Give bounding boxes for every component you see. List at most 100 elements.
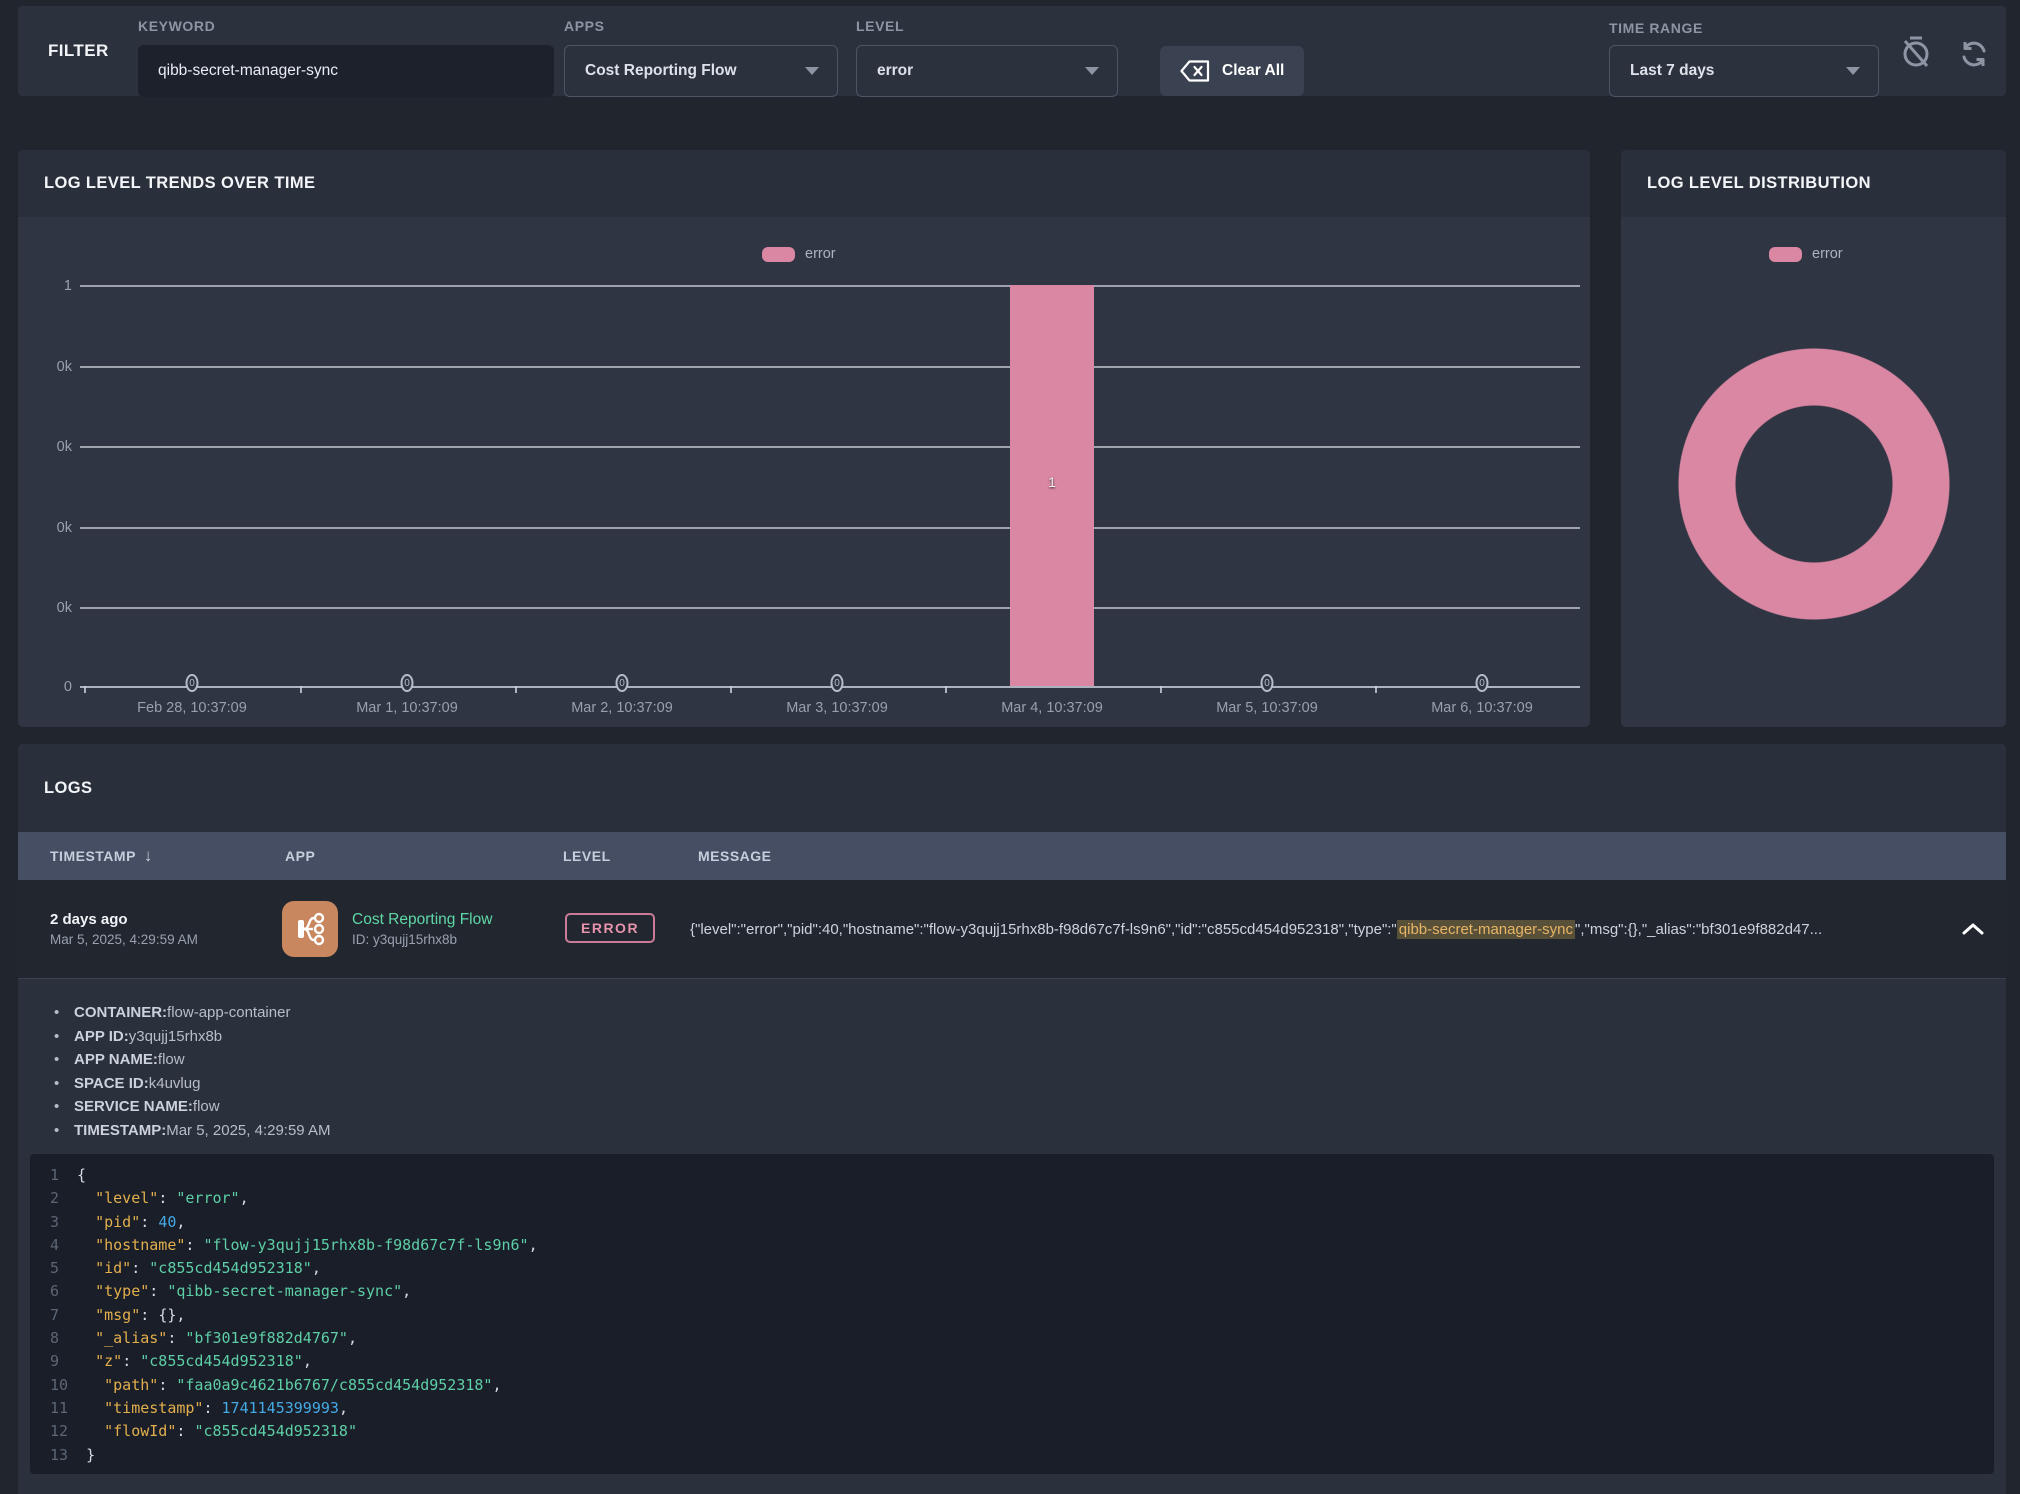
- apps-select[interactable]: Cost Reporting Flow: [564, 45, 838, 97]
- message-prefix: {"level":"error","pid":40,"hostname":"fl…: [690, 921, 1397, 938]
- log-meta-list: •CONTAINER:flow-app-container•APP ID:y3q…: [54, 1001, 331, 1142]
- code-token: ,: [492, 1376, 501, 1394]
- code-token: ,: [529, 1236, 538, 1254]
- bar-value-label: 1: [1010, 474, 1094, 490]
- code-token: {: [77, 1166, 86, 1184]
- meta-label: SERVICE NAME:: [74, 1095, 193, 1119]
- code-token: :: [176, 1422, 194, 1440]
- code-token: }: [86, 1446, 95, 1464]
- y-axis-tick-label: 1: [24, 278, 72, 294]
- legend-label: error: [1812, 246, 1843, 262]
- line-number: 8: [50, 1329, 59, 1347]
- log-table-row[interactable]: 2 days ago Mar 5, 2025, 4:29:59 AM Cost …: [18, 880, 2006, 979]
- timestamp-relative: 2 days ago: [50, 911, 198, 928]
- level-select-value: error: [877, 62, 913, 80]
- code-line: 12 "flowId": "c855cd454d952318": [30, 1420, 1994, 1443]
- keyword-label: KEYWORD: [138, 18, 215, 34]
- message-suffix: ","msg":{},"_alias":"bf301e9f882d47...: [1575, 921, 1822, 938]
- line-number: 9: [50, 1352, 59, 1370]
- logs-panel-header: LOGS: [18, 744, 2006, 832]
- code-line: 1{: [30, 1164, 1994, 1187]
- log-meta-item: •APP NAME:flow: [54, 1048, 331, 1072]
- distribution-title: LOG LEVEL DISTRIBUTION: [1647, 174, 1871, 193]
- axis-tick: [515, 686, 517, 693]
- donut-chart-error[interactable]: [1678, 348, 1950, 620]
- filter-bar: FILTER KEYWORD qibb-secret-manager-sync …: [18, 6, 2006, 96]
- clear-all-button[interactable]: Clear All: [1160, 46, 1304, 96]
- app-cell: Cost Reporting Flow ID: y3qujj15rhx8b: [352, 880, 492, 978]
- trends-chart-area: error10k0k0k0k00Feb 28, 10:37:090Mar 1, …: [18, 217, 1590, 727]
- apps-select-value: Cost Reporting Flow: [585, 62, 737, 80]
- zero-value-marker: 0: [186, 674, 199, 692]
- distribution-panel: LOG LEVEL DISTRIBUTION error: [1621, 150, 2006, 727]
- refresh-button[interactable]: [1956, 36, 1992, 72]
- code-token: "_alias": [95, 1329, 167, 1347]
- keyword-input[interactable]: qibb-secret-manager-sync: [138, 45, 554, 97]
- y-axis-tick-label: 0k: [24, 600, 72, 616]
- meta-value: y3qujj15rhx8b: [129, 1025, 222, 1049]
- zero-value-marker: 0: [831, 674, 844, 692]
- zero-value-marker: 0: [616, 674, 629, 692]
- code-token: ,: [240, 1189, 249, 1207]
- log-meta-item: •SERVICE NAME:flow: [54, 1095, 331, 1119]
- column-header-timestamp[interactable]: TIMESTAMP ↓: [50, 832, 153, 880]
- code-token: "c855cd454d952318": [149, 1259, 312, 1277]
- auto-refresh-off-button[interactable]: [1898, 34, 1934, 70]
- y-axis-tick-label: 0: [24, 679, 72, 695]
- axis-tick: [300, 686, 302, 693]
- code-token: [77, 1213, 95, 1231]
- code-token: [86, 1399, 104, 1417]
- log-json-code-block[interactable]: 1{2 "level": "error",3 "pid": 40,4 "host…: [30, 1154, 1994, 1474]
- code-line: 3 "pid": 40,: [30, 1211, 1994, 1234]
- line-number: 12: [50, 1422, 68, 1440]
- code-token: :: [122, 1352, 140, 1370]
- x-axis-tick-label: Mar 3, 10:37:09: [727, 700, 947, 716]
- message-keyword-highlight: qibb-secret-manager-sync: [1397, 920, 1575, 939]
- legend-swatch: [762, 247, 795, 262]
- trends-legend-error[interactable]: error: [762, 246, 836, 262]
- y-axis-tick-label: 0k: [24, 520, 72, 536]
- code-line: 4 "hostname": "flow-y3qujj15rhx8b-f98d67…: [30, 1234, 1994, 1257]
- y-axis-tick-label: 0k: [24, 439, 72, 455]
- legend-label: error: [805, 246, 836, 262]
- code-token: [86, 1376, 104, 1394]
- log-meta-item: •TIMESTAMP: Mar 5, 2025, 4:29:59 AM: [54, 1119, 331, 1143]
- grid-line: [80, 366, 1580, 368]
- code-line: 13}: [30, 1444, 1994, 1467]
- code-token: "error": [176, 1189, 239, 1207]
- timer-off-icon: [1900, 35, 1932, 69]
- trends-panel: LOG LEVEL TRENDS OVER TIME error10k0k0k0…: [18, 150, 1590, 727]
- code-token: {}: [158, 1306, 176, 1324]
- level-select[interactable]: error: [856, 45, 1118, 97]
- legend-swatch: [1769, 247, 1802, 262]
- code-line: 5 "id": "c855cd454d952318",: [30, 1257, 1994, 1280]
- x-axis-tick-label: Mar 6, 10:37:09: [1372, 700, 1590, 716]
- code-token: "level": [95, 1189, 158, 1207]
- logs-title: LOGS: [44, 779, 92, 798]
- line-number: 2: [50, 1189, 59, 1207]
- log-detail-section: •CONTAINER:flow-app-container•APP ID:y3q…: [18, 979, 2006, 1494]
- log-meta-item: •APP ID:y3qujj15rhx8b: [54, 1025, 331, 1049]
- line-number: 13: [50, 1446, 68, 1464]
- timestamp-absolute: Mar 5, 2025, 4:29:59 AM: [50, 932, 198, 947]
- code-token: :: [158, 1376, 176, 1394]
- sort-desc-icon: ↓: [144, 846, 153, 866]
- line-number: 7: [50, 1306, 59, 1324]
- line-number: 5: [50, 1259, 59, 1277]
- line-number: 1: [50, 1166, 59, 1184]
- distribution-legend-error[interactable]: error: [1769, 246, 1843, 262]
- code-token: [86, 1422, 104, 1440]
- column-header-level: LEVEL: [563, 832, 611, 880]
- code-token: "timestamp": [104, 1399, 203, 1417]
- collapse-row-button[interactable]: [1956, 912, 1990, 946]
- log-meta-item: •SPACE ID:k4uvlug: [54, 1072, 331, 1096]
- zero-value-marker: 0: [401, 674, 414, 692]
- app-name-link[interactable]: Cost Reporting Flow: [352, 911, 492, 929]
- logs-table-header: TIMESTAMP ↓ APP LEVEL MESSAGE: [18, 832, 2006, 880]
- code-line: 9 "z": "c855cd454d952318",: [30, 1350, 1994, 1373]
- code-token: "type": [95, 1282, 149, 1300]
- code-token: "pid": [95, 1213, 140, 1231]
- time-range-select[interactable]: Last 7 days: [1609, 45, 1879, 97]
- meta-value: flow: [158, 1048, 185, 1072]
- message-cell: {"level":"error","pid":40,"hostname":"fl…: [690, 880, 1930, 978]
